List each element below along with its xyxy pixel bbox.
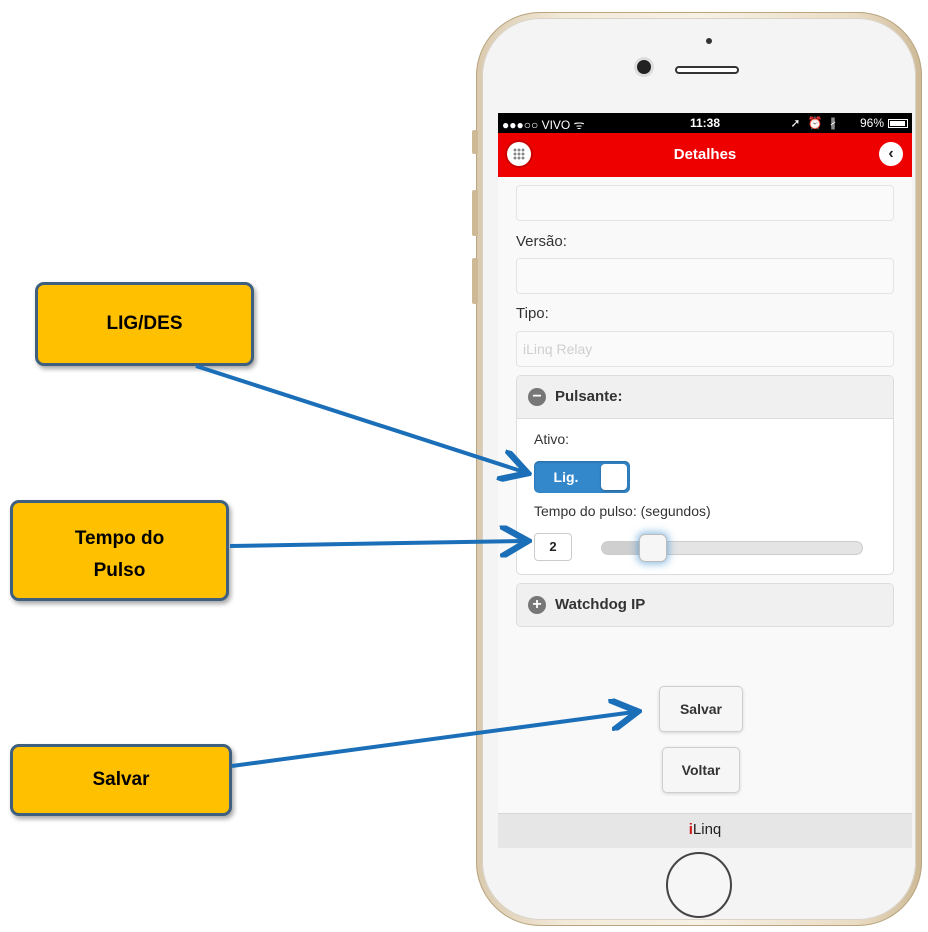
logo-text: Linq bbox=[692, 821, 722, 838]
active-toggle[interactable]: Lig. bbox=[534, 461, 630, 493]
callout-lig-des-text: LIG/DES bbox=[106, 313, 183, 334]
pulse-time-input[interactable]: 2 bbox=[534, 533, 572, 561]
volume-down-button bbox=[472, 258, 478, 304]
plus-circle-icon: + bbox=[528, 596, 546, 614]
watchdog-title: Watchdog IP bbox=[555, 596, 646, 613]
proximity-sensor bbox=[706, 38, 712, 44]
type-field[interactable]: iLinq Relay bbox=[516, 331, 894, 367]
ilinq-logo: iLinq bbox=[498, 821, 912, 838]
mute-switch bbox=[472, 130, 478, 154]
type-label: Tipo: bbox=[516, 305, 549, 322]
minus-circle-icon: − bbox=[528, 388, 546, 406]
save-button[interactable]: Salvar bbox=[659, 686, 743, 732]
pulsante-header[interactable]: − Pulsante: bbox=[517, 376, 893, 418]
status-bar: ●●●○○ VIVO ᯤ 11:38 ➚ ⏰ ∦ 96% bbox=[498, 113, 912, 133]
footer: iLinq bbox=[498, 813, 912, 848]
home-button[interactable] bbox=[666, 852, 732, 918]
earpiece-speaker bbox=[675, 66, 739, 74]
pulsante-section: − Pulsante: Ativo: Lig. Tempo do pulso: … bbox=[516, 375, 894, 575]
watchdog-header[interactable]: + Watchdog IP bbox=[517, 584, 893, 626]
chevron-left-icon: ‹ bbox=[888, 145, 894, 162]
active-label: Ativo: bbox=[534, 431, 570, 447]
page-header: Detalhes ‹ bbox=[498, 133, 912, 177]
toggle-label: Lig. bbox=[553, 469, 579, 485]
callout-salvar-text: Salvar bbox=[92, 769, 150, 790]
slider-handle[interactable] bbox=[639, 534, 668, 562]
callout-salvar: Salvar bbox=[10, 744, 232, 816]
status-indicator-icons: ➚ ⏰ ∦ bbox=[790, 116, 838, 130]
pulsante-body: Ativo: Lig. Tempo do pulso: (segundos) 2 bbox=[517, 418, 893, 574]
callout-tempo-line1: Tempo do bbox=[74, 528, 165, 549]
volume-up-button bbox=[472, 190, 478, 236]
callout-tempo-line2: Pulso bbox=[93, 560, 146, 581]
back-button[interactable]: ‹ bbox=[879, 142, 903, 166]
version-field[interactable] bbox=[516, 258, 894, 294]
status-time: 11:38 bbox=[689, 116, 721, 130]
app-screen: ●●●○○ VIVO ᯤ 11:38 ➚ ⏰ ∦ 96% Detalhes ‹ … bbox=[498, 113, 912, 848]
version-label: Versão: bbox=[516, 233, 567, 250]
pulsante-title: Pulsante: bbox=[555, 388, 623, 405]
toggle-knob[interactable] bbox=[601, 464, 627, 490]
first-field[interactable] bbox=[516, 185, 894, 221]
back-form-button[interactable]: Voltar bbox=[662, 747, 740, 793]
page-title: Detalhes bbox=[673, 146, 737, 163]
front-camera bbox=[637, 60, 651, 74]
callout-tempo-pulso: Tempo do Pulso bbox=[10, 500, 229, 601]
pulse-time-label: Tempo do pulso: (segundos) bbox=[534, 503, 711, 519]
watchdog-section: + Watchdog IP bbox=[516, 583, 894, 627]
battery-percent: 96% bbox=[859, 116, 884, 130]
battery-icon bbox=[888, 119, 908, 128]
arrow-to-toggle bbox=[195, 364, 524, 472]
callout-lig-des: LIG/DES bbox=[35, 282, 254, 366]
